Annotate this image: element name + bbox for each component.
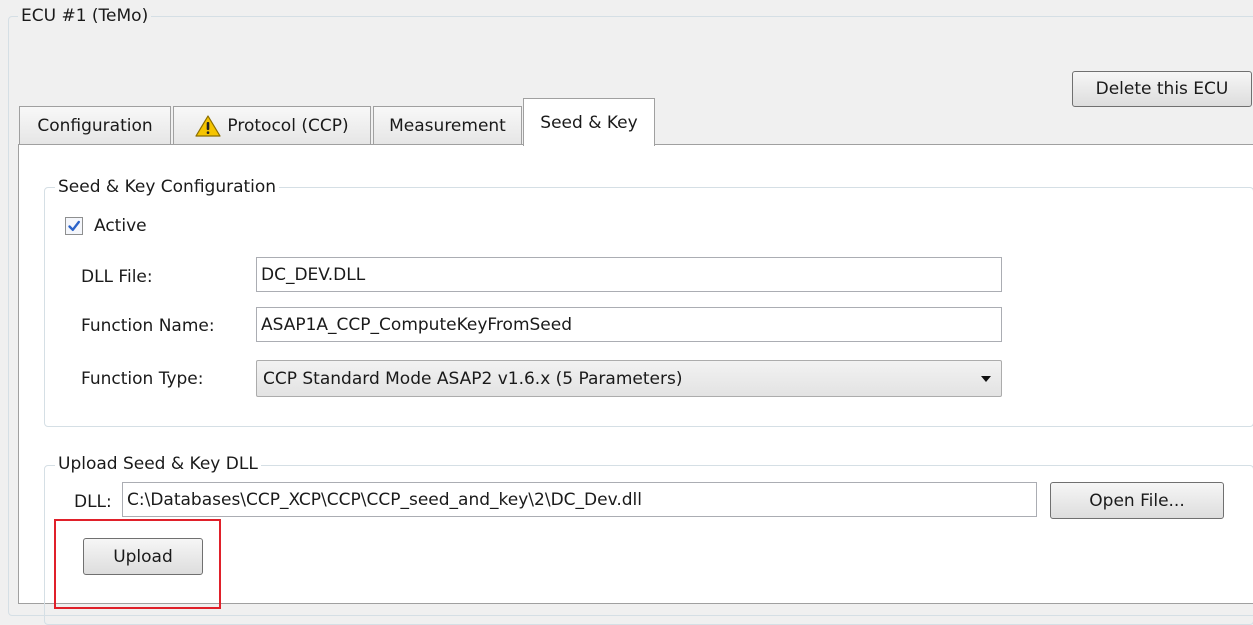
tab-measurement-label: Measurement — [389, 115, 506, 136]
checkmark-icon — [68, 220, 80, 231]
warning-icon — [195, 114, 222, 138]
tab-seed-and-key-label: Seed & Key — [540, 112, 638, 133]
dll-file-input[interactable]: DC_DEV.DLL — [256, 257, 1002, 292]
tab-measurement[interactable]: Measurement — [373, 106, 522, 144]
function-name-input[interactable]: ASAP1A_CCP_ComputeKeyFromSeed — [256, 307, 1002, 342]
active-label: Active — [94, 216, 147, 236]
delete-ecu-button[interactable]: Delete this ECU — [1072, 71, 1252, 107]
active-checkbox[interactable] — [65, 217, 83, 235]
dll-path-input[interactable]: C:\Databases\CCP_XCP\CCP\CCP_seed_and_ke… — [122, 482, 1037, 517]
tab-configuration[interactable]: Configuration — [19, 106, 171, 144]
tab-protocol-ccp-label: Protocol (CCP) — [227, 115, 349, 136]
function-type-select[interactable]: CCP Standard Mode ASAP2 v1.6.x (5 Parame… — [256, 360, 1002, 397]
open-file-button[interactable]: Open File... — [1050, 482, 1224, 519]
dll-file-label: DLL File: — [81, 267, 153, 287]
tab-protocol-ccp[interactable]: Protocol (CCP) — [173, 106, 371, 144]
upload-highlight-box — [54, 519, 221, 609]
seed-key-config-title: Seed & Key Configuration — [55, 175, 280, 199]
function-type-label: Function Type: — [81, 369, 204, 389]
ecu-group-title: ECU #1 (TeMo) — [18, 3, 152, 29]
upload-group-title: Upload Seed & Key DLL — [55, 452, 261, 476]
dll-path-label: DLL: — [74, 492, 112, 512]
function-type-value: CCP Standard Mode ASAP2 v1.6.x (5 Parame… — [263, 368, 683, 389]
chevron-down-icon — [981, 376, 991, 382]
function-name-label: Function Name: — [81, 316, 215, 336]
tab-configuration-label: Configuration — [37, 115, 153, 136]
tab-panel-seed-and-key: Seed & Key Configuration Active DLL File… — [18, 144, 1253, 625]
tab-seed-and-key[interactable]: Seed & Key — [523, 98, 655, 146]
